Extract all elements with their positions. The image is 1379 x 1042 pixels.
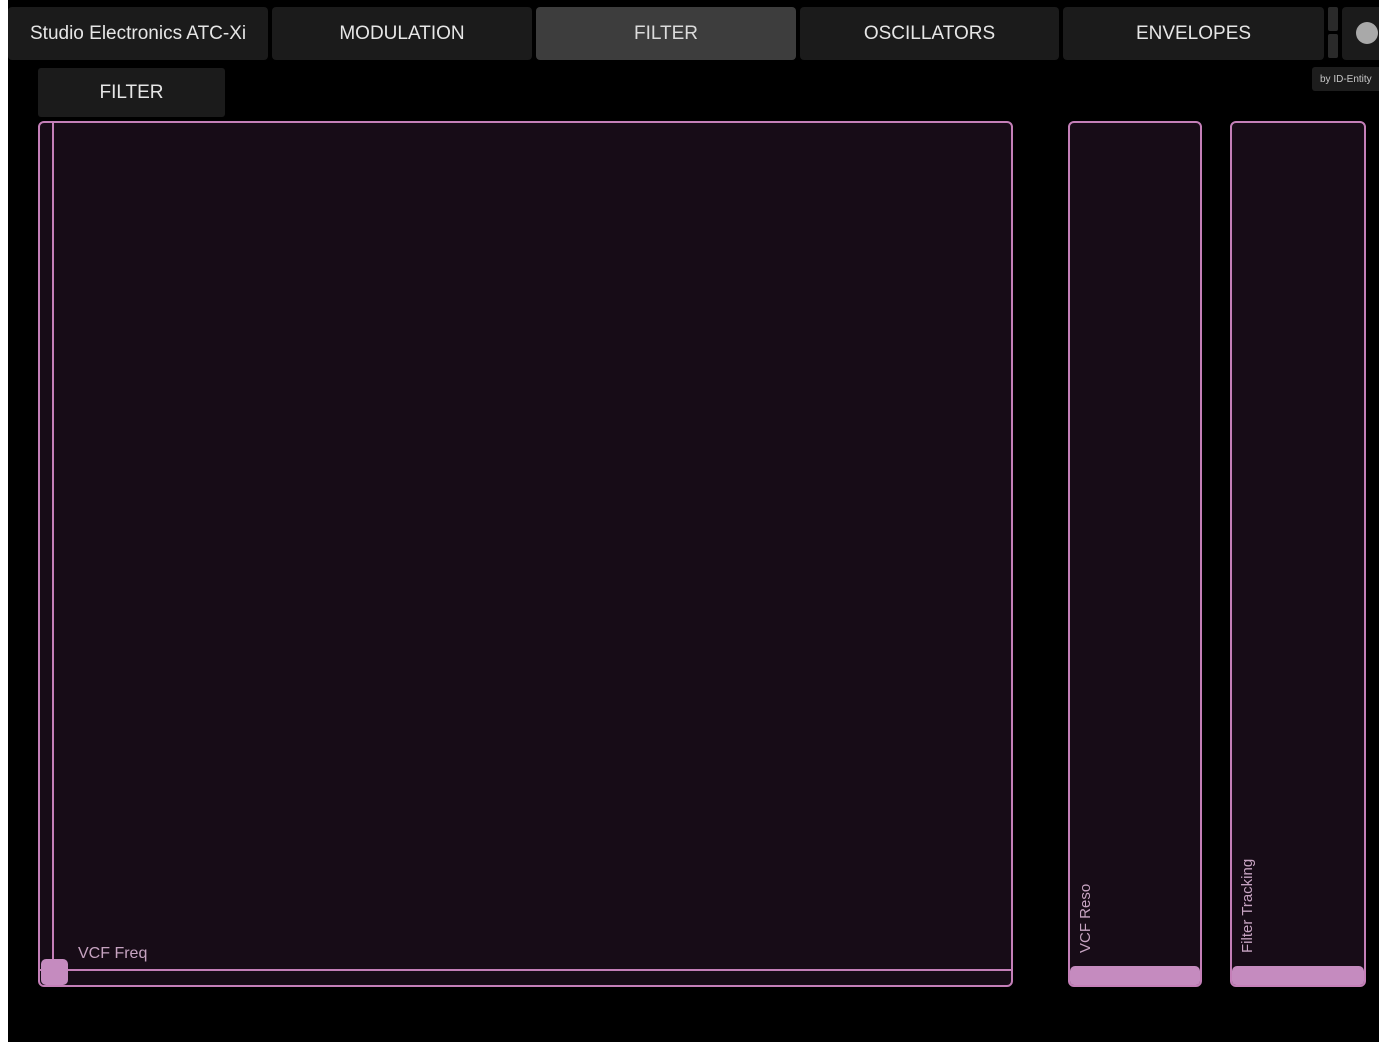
tab-envelopes-label: ENVELOPES — [1135, 22, 1252, 44]
tab-modulation-label: MODULATION — [339, 22, 465, 44]
filter-tracking-label: Filter Tracking — [1239, 858, 1256, 953]
menu-button[interactable] — [1342, 7, 1379, 60]
tab-filter-label: FILTER — [633, 22, 699, 44]
menu-dot-icon — [1356, 22, 1378, 44]
vcf-freq-xy-pad[interactable]: VCF Freq — [38, 121, 1013, 987]
tab-envelopes[interactable]: ENVELOPES — [1063, 7, 1324, 60]
section-tab-label: FILTER — [99, 81, 164, 103]
page-up-button[interactable] — [1328, 7, 1338, 31]
xy-pad-handle[interactable] — [41, 959, 68, 985]
xy-pad-y-indicator — [40, 969, 1011, 971]
xy-pad-label: VCF Freq — [78, 945, 148, 962]
vcf-reso-fill — [1070, 966, 1200, 985]
tab-oscillators-label: OSCILLATORS — [863, 22, 996, 44]
vcf-reso-slider[interactable]: VCF Reso — [1068, 121, 1202, 987]
filter-tracking-fill — [1232, 966, 1364, 985]
vcf-reso-label: VCF Reso — [1077, 883, 1094, 953]
section-tab-filter[interactable]: FILTER — [38, 68, 225, 117]
credit-text: by ID-Entity — [1320, 73, 1372, 85]
xy-pad-x-indicator — [52, 123, 54, 985]
filter-tracking-slider[interactable]: Filter Tracking — [1230, 121, 1366, 987]
window-edge — [0, 0, 8, 1042]
tab-filter[interactable]: FILTER — [536, 7, 796, 60]
credit-badge: by ID-Entity — [1312, 67, 1379, 91]
tab-modulation[interactable]: MODULATION — [272, 7, 532, 60]
page-down-button[interactable] — [1328, 34, 1338, 58]
app-title-text: Studio Electronics ATC-Xi — [30, 22, 247, 44]
tab-oscillators[interactable]: OSCILLATORS — [800, 7, 1059, 60]
app-title: Studio Electronics ATC-Xi — [8, 7, 268, 60]
